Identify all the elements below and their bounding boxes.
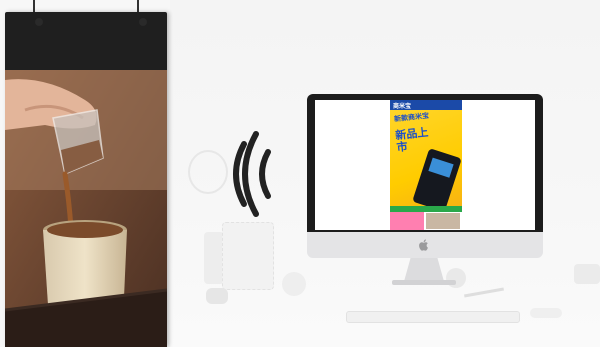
keyboard xyxy=(346,311,520,323)
flyer-pos-device xyxy=(412,148,462,212)
monitor-stand-base xyxy=(392,280,456,285)
hanger-wire-left xyxy=(33,0,35,12)
hanger-hook-left xyxy=(35,18,43,26)
camera-icon xyxy=(574,264,600,284)
flyer-pink-panel xyxy=(390,212,424,230)
hanger-wire-right xyxy=(137,0,139,12)
coffee-pour-photo xyxy=(5,70,167,347)
promo-flyer: 商米宝 新款商米宝 新品上市 xyxy=(390,100,462,230)
wireless-signal-icon xyxy=(233,131,271,217)
hanger-hook-right xyxy=(139,18,147,26)
flyer-brand: 商米宝 xyxy=(393,103,412,110)
flyer-device-screen xyxy=(428,157,454,178)
product-scene: 商米宝 新款商米宝 新品上市 xyxy=(0,0,600,347)
mouse xyxy=(530,308,562,318)
flyer-photo xyxy=(426,213,460,229)
decor-figurine xyxy=(206,288,228,304)
decor-vase xyxy=(204,232,224,284)
flyer-headline: 新款商米宝 xyxy=(393,111,430,124)
apple-icon xyxy=(419,239,428,251)
decor-sphere xyxy=(282,272,306,296)
decor-pencil-cup xyxy=(222,222,274,290)
decor-plant xyxy=(446,268,466,288)
